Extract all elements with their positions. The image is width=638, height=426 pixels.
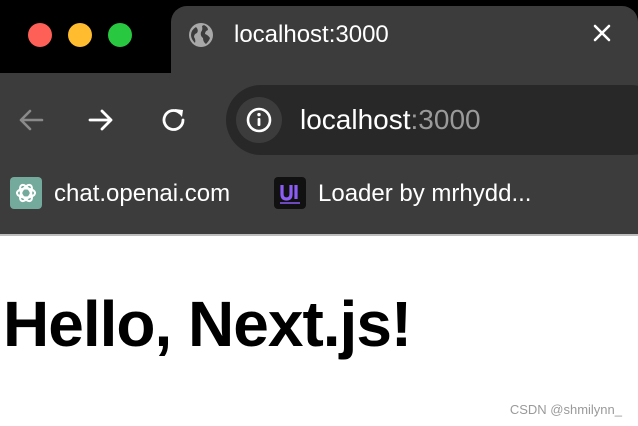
close-icon[interactable] bbox=[591, 22, 613, 44]
window-maximize-button[interactable] bbox=[108, 23, 132, 47]
info-icon[interactable] bbox=[236, 97, 282, 143]
bookmarks-bar: chat.openai.com Loader by mrhydd... bbox=[0, 165, 638, 234]
watermark: CSDN @shmilynn_ bbox=[509, 402, 622, 417]
url-text: localhost:3000 bbox=[300, 103, 481, 137]
window-minimize-button[interactable] bbox=[68, 23, 92, 47]
ui-logo-icon bbox=[274, 177, 306, 209]
address-bar[interactable]: localhost:3000 bbox=[226, 85, 638, 155]
url-host: localhost bbox=[300, 104, 411, 135]
reload-icon[interactable] bbox=[159, 105, 189, 135]
browser-toolbar: localhost:3000 bbox=[0, 73, 638, 165]
bookmark-label: chat.openai.com bbox=[54, 180, 231, 207]
page-heading: Hello, Next.js! bbox=[3, 288, 412, 360]
arrow-right-icon[interactable] bbox=[86, 105, 116, 135]
bookmark-label: Loader by mrhydd... bbox=[318, 180, 532, 207]
url-port: :3000 bbox=[410, 104, 481, 135]
globe-icon bbox=[187, 21, 215, 49]
openai-icon bbox=[10, 177, 42, 209]
tab-title: localhost:3000 bbox=[234, 21, 389, 48]
window-close-button[interactable] bbox=[28, 23, 52, 47]
browser-tab[interactable]: localhost:3000 bbox=[171, 6, 638, 73]
arrow-left-icon[interactable] bbox=[16, 105, 46, 135]
tab-strip: localhost:3000 bbox=[0, 0, 638, 73]
page-content: Hello, Next.js! CSDN @shmilynn_ bbox=[0, 236, 638, 426]
